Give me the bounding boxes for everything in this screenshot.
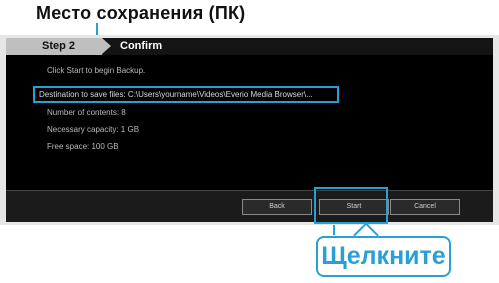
click-callout: Щелкните xyxy=(316,236,451,277)
dialog-button-bar: Back Start Cancel xyxy=(6,190,493,222)
step-tab: Step 2 xyxy=(6,38,102,55)
step-arrow-icon xyxy=(102,38,111,54)
required-capacity-text: Necessary capacity: 1 GB xyxy=(47,125,140,134)
save-location-annotation: Место сохранения (ПК) xyxy=(36,3,246,23)
backup-dialog: Step 2 Confirm Click Start to begin Back… xyxy=(0,35,499,225)
dialog-body: Step 2 Confirm Click Start to begin Back… xyxy=(6,38,493,222)
start-button-highlight xyxy=(314,187,388,224)
callout-connector xyxy=(333,225,335,235)
destination-path: Destination to save files: C:\Users\your… xyxy=(33,86,339,103)
free-space-text: Free space: 100 GB xyxy=(47,142,119,151)
contents-count-text: Number of contents: 8 xyxy=(47,108,126,117)
wizard-step-bar: Step 2 Confirm xyxy=(6,38,493,55)
instruction-text: Click Start to begin Backup. xyxy=(47,66,146,75)
confirm-step-label: Confirm xyxy=(120,40,163,52)
back-button[interactable]: Back xyxy=(242,199,312,215)
cancel-button[interactable]: Cancel xyxy=(390,199,460,215)
